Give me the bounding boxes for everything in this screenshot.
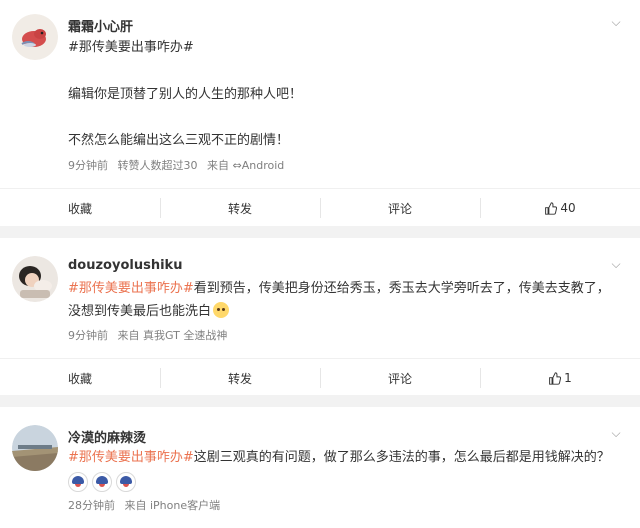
favorite-button[interactable]: 收藏 (0, 359, 160, 397)
action-bar: 收藏 转发 评论 1 (0, 358, 640, 397)
username[interactable]: 霜霜小心肝 (68, 16, 133, 35)
post-text-line: #那传美要出事咋办#这剧三观真的有问题，做了那么多违法的事，怎么最后都是用钱解决… (68, 450, 610, 465)
avatar[interactable] (12, 256, 58, 302)
post-time: 9分钟前 (68, 159, 108, 172)
emoji-row (68, 472, 140, 496)
post-card-2: ⌵ douzoyolushiku #那传美要出事咋办#看到预告，传美把身份还给秀… (0, 238, 640, 395)
topic-tag[interactable]: #那传美要出事咋办# (68, 281, 194, 296)
chevron-down-icon[interactable]: ⌵ (610, 16, 622, 28)
action-bar: 收藏 转发 评论 40 (0, 188, 640, 227)
post-card-3: ⌵ 冷漠的麻辣烫 #那传美要出事咋办#这剧三观真的有问题，做了那么多违法的事，怎… (0, 407, 640, 528)
thumbs-up-icon (545, 201, 558, 215)
post-meta: 9分钟前 来自 真我GT 全速战神 (68, 327, 233, 343)
post-text-line: 编辑你是顶替了别人的人生的那种人吧！ (68, 87, 303, 102)
thumbs-up-icon (549, 371, 562, 385)
emoji-icon (92, 472, 112, 492)
comment-button[interactable]: 评论 (320, 359, 480, 397)
post-text-line: 没想到传美最后也能洗白 (68, 302, 230, 321)
topic-tag[interactable]: #那传美要出事咋办# (68, 39, 194, 57)
repost-count: 转赞人数超过30 (117, 159, 198, 172)
avatar[interactable] (12, 425, 58, 471)
like-button[interactable]: 1 (480, 359, 640, 397)
comment-button[interactable]: 评论 (320, 189, 480, 227)
post-meta: 9分钟前 转赞人数超过30 来自 ⇔Android (68, 157, 290, 173)
post-source: 来自 iPhone客户端 (124, 499, 221, 512)
post-source: 来自 真我GT 全速战神 (117, 329, 228, 342)
like-button[interactable]: 40 (480, 189, 640, 227)
repost-button[interactable]: 转发 (160, 189, 320, 227)
post-meta: 28分钟前 来自 iPhone客户端 (68, 497, 226, 513)
smile-emoji-icon (213, 302, 230, 318)
topic-tag[interactable]: #那传美要出事咋办# (68, 450, 194, 465)
post-card-1: ⌵ 霜霜小心肝 #那传美要出事咋办# 编辑你是顶替了别人的人生的那种人吧！ 不然… (0, 0, 640, 226)
post-text-line: #那传美要出事咋办#看到预告，传美把身份还给秀玉，秀玉去大学旁听去了，传美去支教… (68, 281, 610, 296)
avatar[interactable] (12, 14, 58, 60)
post-text-line: 不然怎么能编出这么三观不正的剧情！ (68, 133, 290, 148)
chevron-down-icon[interactable]: ⌵ (610, 258, 622, 270)
username[interactable]: douzoyolushiku (68, 258, 182, 273)
chevron-down-icon[interactable]: ⌵ (610, 427, 622, 439)
post-source: 来自 ⇔Android (207, 159, 285, 172)
post-time: 28分钟前 (68, 499, 115, 512)
repost-button[interactable]: 转发 (160, 359, 320, 397)
emoji-icon (68, 472, 88, 492)
emoji-icon (116, 472, 136, 492)
post-time: 9分钟前 (68, 329, 108, 342)
username[interactable]: 冷漠的麻辣烫 (68, 427, 146, 446)
favorite-button[interactable]: 收藏 (0, 189, 160, 227)
